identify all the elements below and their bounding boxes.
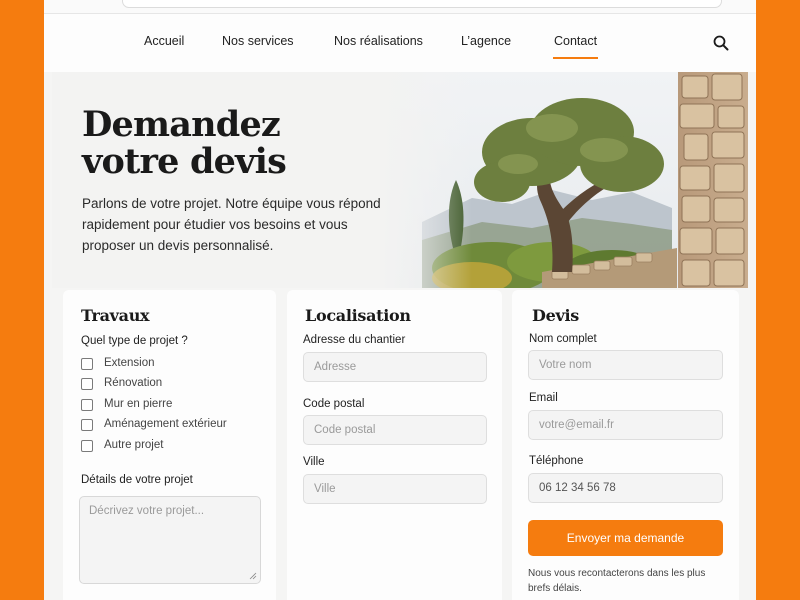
- option-label: Aménagement extérieur: [104, 418, 227, 430]
- city-input[interactable]: Ville: [303, 474, 487, 504]
- option-label: Autre projet: [104, 439, 164, 451]
- checkbox[interactable]: [81, 399, 93, 411]
- nav-item-realisations[interactable]: Nos réalisations: [334, 34, 423, 48]
- project-type-label: Quel type de projet ?: [81, 335, 188, 347]
- phone-value: 06 12 34 56 78: [539, 482, 616, 494]
- checkbox[interactable]: [81, 440, 93, 452]
- option-label: Extension: [104, 357, 155, 369]
- project-details-placeholder: Décrivez votre projet...: [89, 505, 205, 517]
- travaux-card: Travaux Quel type de projet ? Extension …: [63, 290, 276, 600]
- project-details-textarea[interactable]: Décrivez votre projet...: [79, 496, 261, 584]
- nav-item-accueil[interactable]: Accueil: [144, 34, 184, 48]
- browser-toolbar: [44, 0, 756, 14]
- hero-description: Parlons de votre projet. Notre équipe vo…: [82, 196, 381, 253]
- city-label: Ville: [303, 456, 325, 468]
- submit-button[interactable]: Envoyer ma demande: [528, 520, 723, 556]
- postal-code-input[interactable]: Code postal: [303, 415, 487, 445]
- search-button[interactable]: [712, 34, 730, 52]
- page-title-line1: Demandez: [82, 104, 281, 145]
- option-label: Mur en pierre: [104, 398, 173, 410]
- name-input[interactable]: Votre nom: [528, 350, 723, 380]
- address-input[interactable]: Adresse: [303, 352, 487, 382]
- checkbox[interactable]: [81, 358, 93, 370]
- main-nav: Accueil Nos services Nos réalisations L’…: [44, 14, 756, 72]
- address-placeholder: Adresse: [314, 361, 357, 373]
- devis-card: Devis Nom complet Votre nom Email votre@…: [512, 290, 739, 600]
- name-label: Nom complet: [529, 333, 597, 345]
- browser-window: Accueil Nos services Nos réalisations L’…: [44, 0, 756, 600]
- postal-code-placeholder: Code postal: [314, 424, 376, 436]
- localisation-card: Localisation Adresse du chantier Adresse…: [287, 290, 502, 600]
- email-label: Email: [529, 392, 558, 404]
- travaux-title: Travaux: [81, 306, 150, 325]
- checkbox[interactable]: [81, 419, 93, 431]
- checkbox[interactable]: [81, 378, 93, 390]
- phone-input[interactable]: 06 12 34 56 78: [528, 473, 723, 503]
- page-title-line2: votre devis: [82, 141, 287, 182]
- address-bar[interactable]: [122, 0, 722, 8]
- hero-image: [382, 72, 748, 288]
- name-placeholder: Votre nom: [539, 359, 592, 371]
- devis-title: Devis: [532, 306, 579, 325]
- resize-grip-icon[interactable]: [249, 572, 257, 580]
- nav-item-agence[interactable]: L’agence: [461, 34, 511, 48]
- email-input[interactable]: votre@email.fr: [528, 410, 723, 440]
- page-title: Demandez votre devis: [82, 106, 352, 180]
- city-placeholder: Ville: [314, 483, 336, 495]
- contact-note: Nous vous recontacterons dans les plus b…: [528, 568, 706, 594]
- email-placeholder: votre@email.fr: [539, 419, 614, 431]
- hero-section: Demandez votre devis Parlons de votre pr…: [52, 72, 748, 288]
- project-details-label: Détails de votre projet: [81, 474, 193, 486]
- phone-label: Téléphone: [529, 455, 584, 467]
- nav-item-services[interactable]: Nos services: [222, 34, 294, 48]
- option-label: Rénovation: [104, 377, 163, 389]
- nav-item-contact[interactable]: Contact: [552, 34, 599, 59]
- search-icon: [713, 35, 729, 51]
- postal-code-label: Code postal: [303, 398, 365, 410]
- localisation-title: Localisation: [305, 306, 411, 325]
- address-label: Adresse du chantier: [303, 334, 406, 346]
